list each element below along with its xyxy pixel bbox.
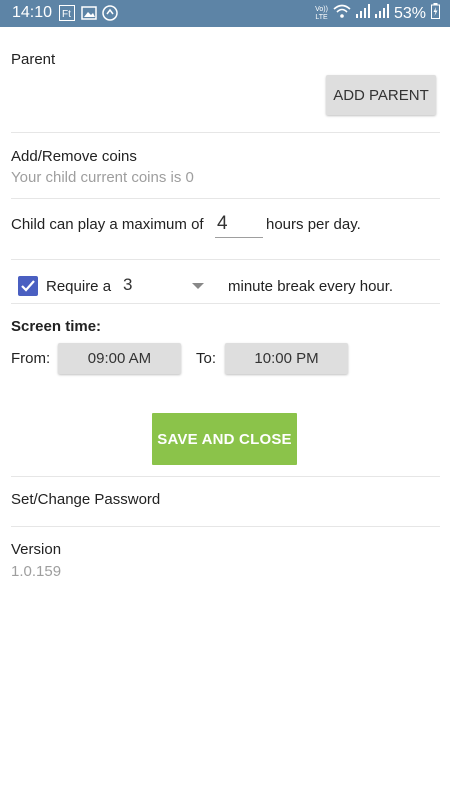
to-label: To: — [196, 350, 217, 367]
divider — [11, 303, 440, 304]
wifi-icon — [333, 4, 351, 23]
play-limit-prefix: Child can play a maximum of — [11, 216, 204, 233]
svg-text:Ft: Ft — [62, 9, 71, 20]
status-time: 14:10 — [12, 4, 53, 21]
status-right-group: Vo)) LTE 53% — [315, 3, 440, 24]
break-checkbox[interactable] — [18, 276, 38, 296]
screen-time-title: Screen time: — [11, 318, 102, 335]
break-prefix: Require a — [46, 278, 112, 295]
divider — [11, 476, 440, 477]
version-label: Version — [11, 541, 62, 558]
to-time-button[interactable]: 10:00 PM — [225, 343, 348, 374]
signal-icon — [374, 4, 389, 23]
break-minutes-value: 3 — [123, 275, 133, 294]
hours-input[interactable]: 4 — [215, 211, 263, 238]
add-parent-button[interactable]: ADD PARENT — [326, 75, 436, 115]
dropdown-arrow-icon — [192, 283, 204, 289]
sync-notification-icon — [102, 5, 118, 21]
image-notification-icon — [81, 5, 97, 21]
divider — [11, 259, 440, 260]
break-suffix: minute break every hour. — [228, 278, 394, 295]
checkmark-icon — [21, 280, 35, 292]
coins-subtitle: Your child current coins is 0 — [11, 169, 194, 186]
divider — [11, 526, 440, 527]
app-notification-icon: Ft — [59, 5, 75, 21]
coins-title: Add/Remove coins — [11, 148, 137, 165]
play-limit-suffix: hours per day. — [266, 216, 361, 233]
battery-charging-icon — [431, 3, 440, 24]
parent-label: Parent — [11, 51, 56, 68]
version-value: 1.0.159 — [11, 563, 62, 580]
lte-label: LTE — [315, 13, 328, 21]
from-label: From: — [11, 350, 51, 367]
break-minutes-dropdown[interactable]: 3 — [118, 273, 218, 299]
signal-icon — [355, 4, 370, 23]
battery-percent: 53% — [393, 4, 426, 22]
set-password-item[interactable]: Set/Change Password — [11, 491, 160, 508]
divider — [11, 132, 440, 133]
save-and-close-button[interactable]: SAVE AND CLOSE — [152, 413, 297, 465]
divider — [11, 198, 440, 199]
volte-label: Vo)) — [315, 5, 328, 13]
from-time-button[interactable]: 09:00 AM — [58, 343, 181, 374]
volte-indicator: Vo)) LTE — [315, 6, 328, 22]
status-bar: 14:10 Ft Vo)) LTE 53% — [0, 0, 450, 27]
